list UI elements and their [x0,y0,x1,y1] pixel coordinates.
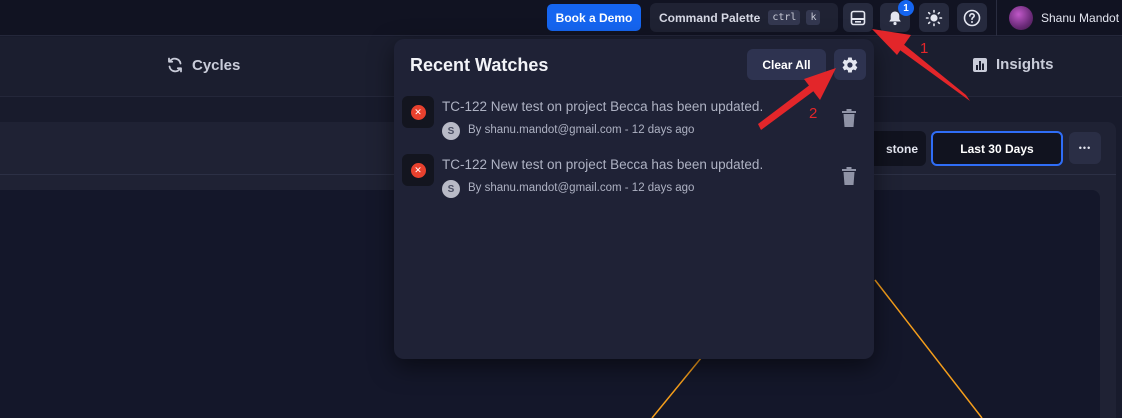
watch-item[interactable]: ✕ TC-122 New test on project Becca has b… [402,154,866,210]
user-avatar[interactable] [1009,6,1033,30]
shortcut-key-k: k [806,10,821,25]
watch-item-meta: By shanu.mandot@gmail.com - 12 days ago [468,124,695,136]
annotation-number-2: 2 [809,105,818,122]
help-icon [963,9,981,26]
watch-item-title[interactable]: TC-122 New test on project Becca has bee… [442,157,763,172]
notification-count-badge: 1 [898,0,914,16]
trash-icon [842,109,856,127]
bar-chart-icon [973,57,987,72]
more-icon: ••• [1078,143,1092,153]
date-range-button[interactable]: Last 30 Days [931,131,1063,166]
refresh-icon [168,57,182,73]
watch-item-avatar: S [442,122,460,140]
popover-title: Recent Watches [410,55,549,75]
tab-insights[interactable]: Insights [972,56,1054,73]
user-name[interactable]: Shanu Mandot [1041,11,1119,25]
chart-line-ascending [651,351,707,418]
watch-item-meta: By shanu.mandot@gmail.com - 12 days ago [468,182,695,194]
watch-item-title[interactable]: TC-122 New test on project Becca has bee… [442,99,763,114]
more-options-button[interactable]: ••• [1069,132,1101,164]
delete-watch-button[interactable] [840,108,858,128]
recent-watches-button[interactable] [843,3,873,32]
tab-insights-label: Insights [996,56,1054,73]
theme-toggle-button[interactable] [919,3,949,32]
watch-item-avatar: S [442,180,460,198]
error-status-icon: ✕ [402,154,434,186]
watch-settings-button[interactable] [834,49,866,80]
chart-line-descending [874,279,983,418]
top-bar: Book a Demo Command Palette ctrl k 1 Sha… [0,0,1122,36]
tab-cycles[interactable]: Cycles [166,56,240,74]
sun-icon [925,9,943,26]
trash-icon [842,167,856,185]
command-palette-label: Command Palette [659,10,761,25]
tab-cycles-label: Cycles [192,56,241,74]
command-palette-button[interactable]: Command Palette ctrl k [650,3,838,32]
watch-item[interactable]: ✕ TC-122 New test on project Becca has b… [402,96,866,152]
topbar-divider [996,0,997,36]
gear-icon [842,56,858,73]
recent-watches-popover: Recent Watches Clear All ✕ TC-122 New te… [394,39,874,359]
clear-all-button[interactable]: Clear All [747,49,826,80]
book-demo-button[interactable]: Book a Demo [547,4,641,31]
monitor-icon [850,10,866,25]
shortcut-key-ctrl: ctrl [768,10,801,25]
delete-watch-button[interactable] [840,166,858,186]
help-button[interactable] [957,3,987,32]
error-status-icon: ✕ [402,96,434,128]
annotation-number-1: 1 [920,40,929,57]
